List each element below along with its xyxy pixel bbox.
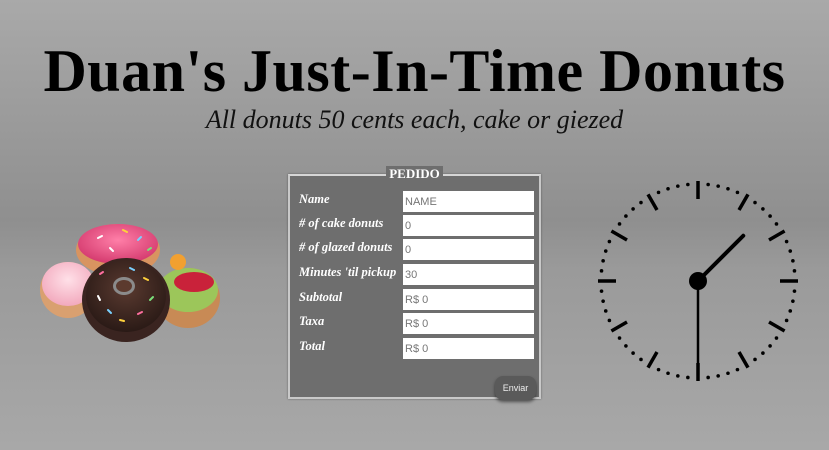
minute-dot: [768, 214, 772, 218]
minute-dot: [788, 309, 793, 313]
minute-dot: [656, 367, 661, 372]
tax-field[interactable]: [403, 313, 534, 334]
minute-dot: [607, 239, 612, 244]
minute-dot: [639, 200, 643, 205]
total-field[interactable]: [403, 338, 534, 359]
minute-dot: [631, 207, 635, 211]
minute-dot: [624, 214, 628, 218]
cake-donuts-label: # of cake donuts: [299, 216, 384, 230]
minute-dot: [768, 344, 772, 348]
minute-dot: [601, 299, 605, 303]
order-form: Name # of cake donuts # of glazed donuts…: [288, 166, 541, 400]
hour-tick: [737, 193, 750, 211]
pickup-minutes-field[interactable]: [403, 264, 534, 285]
form-legend: PEDIDO: [288, 166, 541, 182]
minute-dot: [686, 375, 690, 380]
minute-dot: [735, 367, 740, 372]
minute-dot: [607, 318, 612, 323]
page-title: Duan's Just-In-Time Donuts: [43, 38, 786, 104]
name-label: Name: [299, 192, 330, 206]
glazed-donuts-field[interactable]: [403, 239, 534, 260]
minute-dot: [599, 269, 604, 273]
minute-dot: [617, 222, 622, 226]
hour-tick: [768, 229, 786, 242]
subtotal-label: Subtotal: [299, 290, 343, 304]
minute-dot: [624, 344, 628, 348]
minute-dot: [676, 374, 680, 378]
total-label: Total: [299, 339, 325, 353]
cake-donuts-field[interactable]: [403, 215, 534, 236]
minute-dot: [656, 190, 661, 195]
minute-dot: [774, 222, 779, 226]
minute-dot: [706, 182, 710, 187]
minute-dot: [753, 200, 757, 205]
minute-dot: [601, 259, 605, 263]
analog-clock: [598, 181, 798, 381]
minute-dot: [686, 182, 690, 187]
clock-center: [689, 272, 707, 290]
minute-dot: [666, 186, 670, 191]
minute-dot: [791, 299, 795, 303]
order-fieldset: Name # of cake donuts # of glazed donuts…: [288, 174, 541, 400]
subtotal-field[interactable]: [403, 289, 534, 310]
minute-dot: [639, 357, 643, 362]
hour-tick: [737, 351, 750, 369]
hour-hand: [696, 233, 746, 283]
hour-tick: [646, 193, 659, 211]
pickup-minutes-label: Minutes 'til pickup: [299, 265, 397, 279]
hour-tick: [646, 351, 659, 369]
hour-tick: [610, 320, 628, 333]
minute-dot: [603, 249, 608, 253]
minute-dot: [792, 269, 797, 273]
minute-dot: [716, 374, 720, 378]
donuts-image: [40, 224, 220, 342]
submit-button[interactable]: Enviar: [495, 376, 536, 400]
hour-tick: [768, 320, 786, 333]
tax-label: Taxa: [299, 314, 325, 328]
minute-dot: [631, 351, 635, 355]
minute-dot: [599, 289, 604, 293]
minute-dot: [791, 259, 795, 263]
minute-dot: [784, 239, 789, 244]
minute-dot: [761, 207, 765, 211]
glazed-donuts-label: # of glazed donuts: [299, 240, 393, 254]
minute-dot: [788, 249, 793, 253]
minute-dot: [666, 371, 670, 376]
minute-dot: [774, 336, 779, 340]
minute-dot: [726, 371, 730, 376]
minute-dot: [753, 357, 757, 362]
form-legend-text: PEDIDO: [386, 166, 443, 181]
minute-dot: [761, 351, 765, 355]
minute-dot: [617, 336, 622, 340]
minute-dot: [784, 318, 789, 323]
minute-dot: [726, 186, 730, 191]
minute-dot: [706, 375, 710, 380]
minute-dot: [735, 190, 740, 195]
minute-dot: [716, 184, 720, 188]
hour-tick: [610, 229, 628, 242]
minute-dot: [676, 184, 680, 188]
minute-dot: [603, 309, 608, 313]
name-field[interactable]: [403, 191, 534, 212]
minute-dot: [792, 289, 797, 293]
page-subtitle: All donuts 50 cents each, cake or giezed: [205, 105, 624, 134]
